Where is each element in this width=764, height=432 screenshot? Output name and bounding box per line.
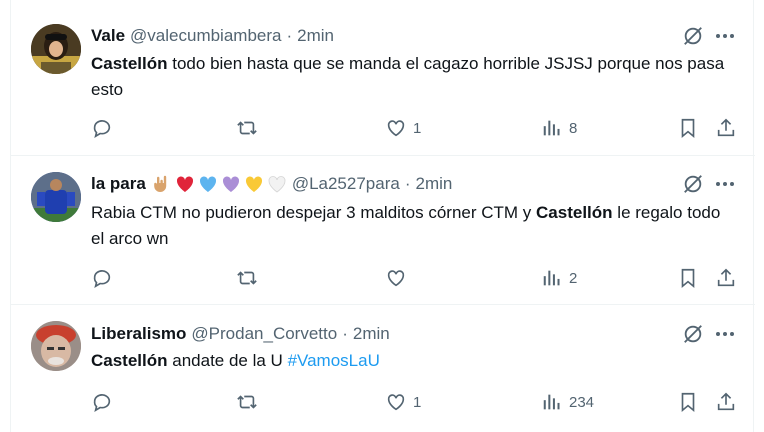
share-button[interactable]: [715, 116, 737, 140]
mention-bold: Castellón: [91, 54, 168, 73]
like-button[interactable]: [385, 266, 413, 290]
display-name[interactable]: la para: [91, 174, 146, 194]
mention-bold: Castellón: [536, 203, 613, 222]
avatar[interactable]: [31, 321, 81, 371]
retweet-button[interactable]: [235, 116, 265, 140]
retweet-icon: [237, 121, 257, 135]
tweet-text-body: andate de la U: [167, 351, 288, 370]
share-icon: [717, 268, 735, 287]
view-count: 8: [569, 119, 578, 137]
grok-icon[interactable]: [681, 24, 705, 48]
retweet-button[interactable]: [235, 390, 265, 414]
tweet-header: Liberalismo @Prodan_Corvetto · 2min: [91, 323, 390, 345]
reply-icon: [93, 120, 111, 138]
views-icon: [543, 394, 560, 410]
bookmark-button[interactable]: [677, 116, 699, 140]
view-count: 234: [569, 393, 595, 411]
bookmark-icon: [681, 268, 695, 289]
like-count: 1: [413, 393, 422, 411]
separator: ·: [286, 26, 293, 45]
more-options-icon[interactable]: [713, 172, 737, 196]
separator: ·: [404, 174, 411, 193]
tweet-text: Castellón andate de la U #VamosLaU: [91, 348, 731, 374]
tweet-text: Castellón todo bien hasta que se manda e…: [91, 51, 731, 103]
like-button[interactable]: 1: [385, 390, 421, 414]
share-button[interactable]: [715, 266, 737, 290]
tweet-header: la para @La2527para · 2min: [91, 173, 452, 195]
views-icon: [543, 120, 560, 136]
views-button[interactable]: 8: [541, 116, 577, 140]
rock-hand-icon: [154, 175, 167, 192]
reply-icon: [93, 270, 111, 288]
tweet-text-body: todo bien hasta que se manda el cagazo h…: [91, 54, 725, 99]
share-button[interactable]: [715, 390, 737, 414]
separator: ·: [342, 324, 348, 343]
avatar-image: [31, 321, 81, 371]
reply-button[interactable]: [91, 116, 119, 140]
heart-icon: [387, 270, 405, 287]
timeline: Vale @valecumbiambera · 2min Castellón t…: [10, 0, 755, 432]
user-handle[interactable]: @La2527para: [292, 174, 400, 194]
tweet[interactable]: Liberalismo @Prodan_Corvetto · 2min Cast…: [11, 305, 755, 432]
share-icon: [717, 118, 735, 137]
display-name[interactable]: Vale: [91, 26, 125, 46]
bookmark-button[interactable]: [677, 390, 699, 414]
timestamp[interactable]: 2min: [353, 324, 390, 344]
white-heart-icon: [268, 176, 286, 193]
purple-heart-icon: [222, 176, 239, 192]
user-handle[interactable]: @Prodan_Corvetto: [191, 324, 337, 344]
tweet-text-body: Rabia CTM no pudieron despejar 3 maldito…: [91, 203, 537, 222]
more-options-icon[interactable]: [713, 24, 737, 48]
views-button[interactable]: 234: [541, 390, 594, 414]
avatar[interactable]: [31, 24, 81, 74]
tweet[interactable]: la para @La2527para · 2min Rabia CTM no …: [11, 156, 755, 305]
retweet-icon: [237, 395, 257, 409]
more-options-icon[interactable]: [713, 322, 737, 346]
name-emojis: [152, 174, 287, 194]
avatar[interactable]: [31, 172, 81, 222]
red-heart-icon: [176, 176, 193, 192]
grok-icon[interactable]: [681, 172, 705, 196]
bookmark-button[interactable]: [677, 266, 699, 290]
views-icon: [543, 270, 560, 286]
timestamp[interactable]: 2min: [416, 174, 453, 194]
reply-icon: [93, 394, 111, 412]
heart-icon: [387, 120, 405, 137]
tweet-text: Rabia CTM no pudieron despejar 3 maldito…: [91, 200, 731, 252]
like-count: 1: [413, 119, 422, 137]
heart-icon: [387, 394, 405, 411]
view-count: 2: [569, 269, 578, 287]
display-name[interactable]: Liberalismo: [91, 324, 186, 344]
tweet[interactable]: Vale @valecumbiambera · 2min Castellón t…: [11, 0, 755, 156]
mention-bold: Castellón: [91, 351, 168, 370]
hashtag-link[interactable]: #VamosLaU: [288, 351, 380, 370]
bookmark-icon: [681, 392, 695, 413]
reply-button[interactable]: [91, 390, 119, 414]
avatar-image: [31, 172, 81, 222]
views-button[interactable]: 2: [541, 266, 577, 290]
retweet-icon: [237, 271, 257, 285]
user-handle[interactable]: @valecumbiambera: [130, 26, 281, 46]
bookmark-icon: [681, 118, 695, 139]
like-button[interactable]: 1: [385, 116, 421, 140]
share-icon: [717, 392, 735, 411]
grok-icon[interactable]: [681, 322, 705, 346]
reply-button[interactable]: [91, 266, 119, 290]
light-blue-heart-icon: [199, 176, 216, 192]
avatar-image: [31, 24, 81, 74]
yellow-heart-icon: [245, 176, 262, 192]
timestamp[interactable]: 2min: [297, 26, 334, 46]
tweet-header: Vale @valecumbiambera · 2min: [91, 25, 334, 47]
retweet-button[interactable]: [235, 266, 265, 290]
